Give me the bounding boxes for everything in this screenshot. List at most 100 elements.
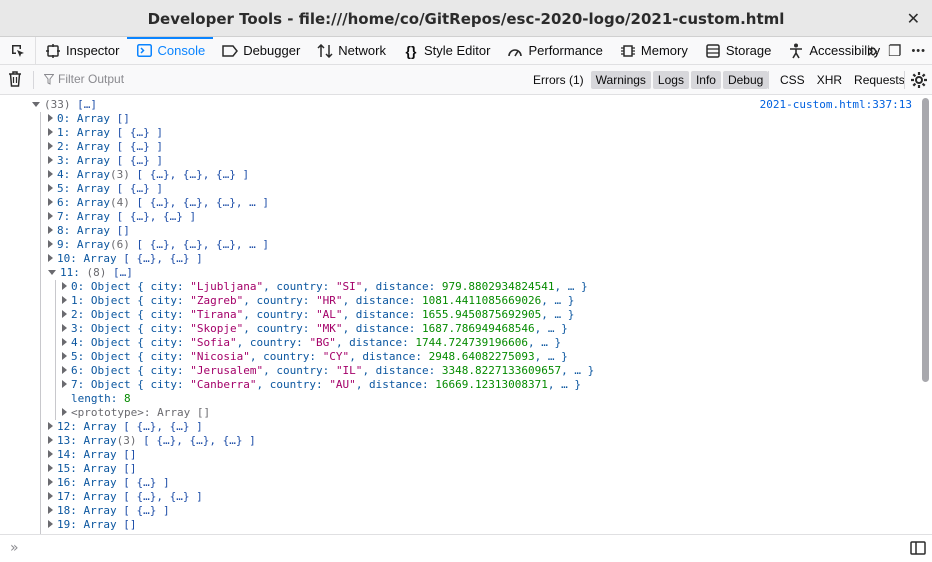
console-tree-row[interactable]: 16: Array [ {…} ] xyxy=(48,476,170,490)
window-title: Developer Tools - file:///home/co/GitRep… xyxy=(147,10,785,28)
tab-console[interactable]: Console xyxy=(127,37,213,64)
close-window-button[interactable]: ✕ xyxy=(907,9,920,29)
clear-output-button[interactable] xyxy=(8,71,22,90)
log-token: 5: xyxy=(57,182,77,195)
console-tree-row[interactable]: 10: Array [ {…}, {…} ] xyxy=(48,252,203,266)
console-tree-row[interactable]: 12: Array [ {…}, {…} ] xyxy=(48,420,203,434)
element-picker-button[interactable] xyxy=(0,37,36,64)
collapsed-arrow-icon[interactable] xyxy=(48,520,53,528)
console-tree-row[interactable]: 18: Array [ {…} ] xyxy=(48,504,170,518)
console-tree-row[interactable]: 9: Array(6) [ {…}, {…}, {…}, … ] xyxy=(48,238,269,252)
console-input-bar[interactable]: » xyxy=(0,534,932,562)
console-tree-row[interactable]: 4: Object { city: "Sofia", country: "BG"… xyxy=(62,336,561,350)
collapsed-arrow-icon[interactable] xyxy=(48,170,53,178)
filter-xhr-button[interactable]: XHR xyxy=(811,71,848,89)
log-token: [ {…}, {…} ] xyxy=(123,252,203,265)
log-token: "Canberra" xyxy=(190,378,257,391)
tab-debugger[interactable]: Debugger xyxy=(213,37,308,64)
tab-inspector[interactable]: Inspector xyxy=(36,37,127,64)
console-tree-row[interactable]: 4: Array(3) [ {…}, {…}, {…} ] xyxy=(48,168,249,182)
collapsed-arrow-icon[interactable] xyxy=(48,114,53,122)
collapsed-arrow-icon[interactable] xyxy=(48,198,53,206)
tab-storage[interactable]: Storage xyxy=(696,37,780,64)
filter-css-button[interactable]: CSS xyxy=(774,71,811,89)
collapsed-arrow-icon[interactable] xyxy=(62,408,67,416)
collapsed-arrow-icon[interactable] xyxy=(48,436,53,444)
console-tree-row[interactable]: 0: Array [] xyxy=(48,112,130,126)
console-tree-row[interactable]: 19: Array [] xyxy=(48,518,137,532)
console-tree-row[interactable]: 6: Array(4) [ {…}, {…}, {…}, … ] xyxy=(48,196,269,210)
expanded-arrow-icon[interactable] xyxy=(32,101,40,107)
console-tree-row[interactable]: length: 8 xyxy=(62,392,131,406)
tab-style-editor[interactable]: {} Style Editor xyxy=(394,37,498,64)
collapsed-arrow-icon[interactable] xyxy=(48,506,53,514)
expanded-arrow-icon[interactable] xyxy=(48,269,56,275)
filter-warnings-button[interactable]: Warnings xyxy=(590,71,651,89)
console-tree-row[interactable]: 7: Array [ {…}, {…} ] xyxy=(48,210,196,224)
collapsed-arrow-icon[interactable] xyxy=(62,352,67,360)
collapsed-arrow-icon[interactable] xyxy=(48,156,53,164)
log-token: "Skopje" xyxy=(190,322,244,335)
collapsed-arrow-icon[interactable] xyxy=(48,492,53,500)
filter-requests-button[interactable]: Requests xyxy=(848,71,911,89)
filter-box[interactable] xyxy=(44,72,258,86)
filter-debug-button[interactable]: Debug xyxy=(722,71,769,89)
console-tree-row[interactable]: 3: Array [ {…} ] xyxy=(48,154,163,168)
filter-output-input[interactable] xyxy=(58,72,258,86)
console-settings-button[interactable] xyxy=(910,71,928,92)
console-tree-row[interactable]: 6: Object { city: "Jerusalem", country: … xyxy=(62,364,594,378)
output-scrollbar[interactable] xyxy=(922,98,929,382)
tab-label: Network xyxy=(338,43,386,58)
console-tree-row[interactable]: 15: Array [] xyxy=(48,462,137,476)
console-tree-row[interactable]: 2: Array [ {…} ] xyxy=(48,140,163,154)
tab-network[interactable]: Network xyxy=(308,37,394,64)
log-token: "Jerusalem" xyxy=(190,364,264,377)
collapsed-arrow-icon[interactable] xyxy=(48,212,53,220)
collapsed-arrow-icon[interactable] xyxy=(62,338,67,346)
console-tree-row[interactable]: 14: Array [] xyxy=(48,448,137,462)
console-tree-row[interactable]: 5: Array [ {…} ] xyxy=(48,182,163,196)
collapsed-arrow-icon[interactable] xyxy=(48,464,53,472)
collapsed-arrow-icon[interactable] xyxy=(62,310,67,318)
editor-mode-toggle-button[interactable] xyxy=(910,541,926,558)
console-tree-row[interactable]: 1: Array [ {…} ] xyxy=(48,126,163,140)
console-tree-row[interactable]: 11: (8) […] xyxy=(48,266,133,280)
collapsed-arrow-icon[interactable] xyxy=(62,296,67,304)
collapsed-arrow-icon[interactable] xyxy=(62,282,67,290)
tab-performance[interactable]: Performance xyxy=(498,37,610,64)
console-tree-row[interactable]: 3: Object { city: "Skopje", country: "MK… xyxy=(62,322,568,336)
collapsed-arrow-icon[interactable] xyxy=(48,128,53,136)
collapsed-arrow-icon[interactable] xyxy=(48,478,53,486)
log-token: "BG" xyxy=(309,336,336,349)
console-tree-row[interactable]: 17: Array [ {…}, {…} ] xyxy=(48,490,203,504)
tabs-overflow-chevron-icon[interactable]: » xyxy=(867,40,878,63)
console-tree-row[interactable]: 5: Object { city: "Nicosia", country: "C… xyxy=(62,350,568,364)
console-tree-row[interactable]: 1: Object { city: "Zagreb", country: "HR… xyxy=(62,294,574,308)
message-source-link[interactable]: 2021-custom.html:337:13 xyxy=(760,98,912,111)
more-options-icon[interactable]: ••• xyxy=(911,45,926,57)
filter-info-button[interactable]: Info xyxy=(690,71,721,89)
filter-errors-button[interactable]: Errors (1) xyxy=(528,71,589,89)
console-tree-row[interactable]: 7: Object { city: "Canberra", country: "… xyxy=(62,378,581,392)
collapsed-arrow-icon[interactable] xyxy=(62,380,67,388)
console-tree-row[interactable]: 8: Array [] xyxy=(48,224,130,238)
filter-logs-button[interactable]: Logs xyxy=(652,71,689,89)
collapsed-arrow-icon[interactable] xyxy=(62,324,67,332)
collapsed-arrow-icon[interactable] xyxy=(48,240,53,248)
console-tree-row[interactable]: 0: Object { city: "Ljubljana", country: … xyxy=(62,280,588,294)
collapsed-arrow-icon[interactable] xyxy=(48,254,53,262)
console-tree-row[interactable]: 13: Array(3) [ {…}, {…}, {…} ] xyxy=(48,434,256,448)
tab-memory[interactable]: Memory xyxy=(611,37,696,64)
log-token: 0: xyxy=(57,112,77,125)
console-tree-row[interactable]: <prototype>: Array [] xyxy=(62,406,210,420)
collapsed-arrow-icon[interactable] xyxy=(48,184,53,192)
collapsed-arrow-icon[interactable] xyxy=(48,142,53,150)
collapsed-arrow-icon[interactable] xyxy=(48,226,53,234)
console-tree-row[interactable]: (33) […] xyxy=(32,98,97,112)
collapsed-arrow-icon[interactable] xyxy=(48,450,53,458)
collapsed-arrow-icon[interactable] xyxy=(62,366,67,374)
collapsed-arrow-icon[interactable] xyxy=(48,422,53,430)
log-token: Array xyxy=(76,196,110,209)
dock-options-icon[interactable]: ❐ xyxy=(888,42,901,60)
console-tree-row[interactable]: 2: Object { city: "Tirana", country: "AL… xyxy=(62,308,574,322)
